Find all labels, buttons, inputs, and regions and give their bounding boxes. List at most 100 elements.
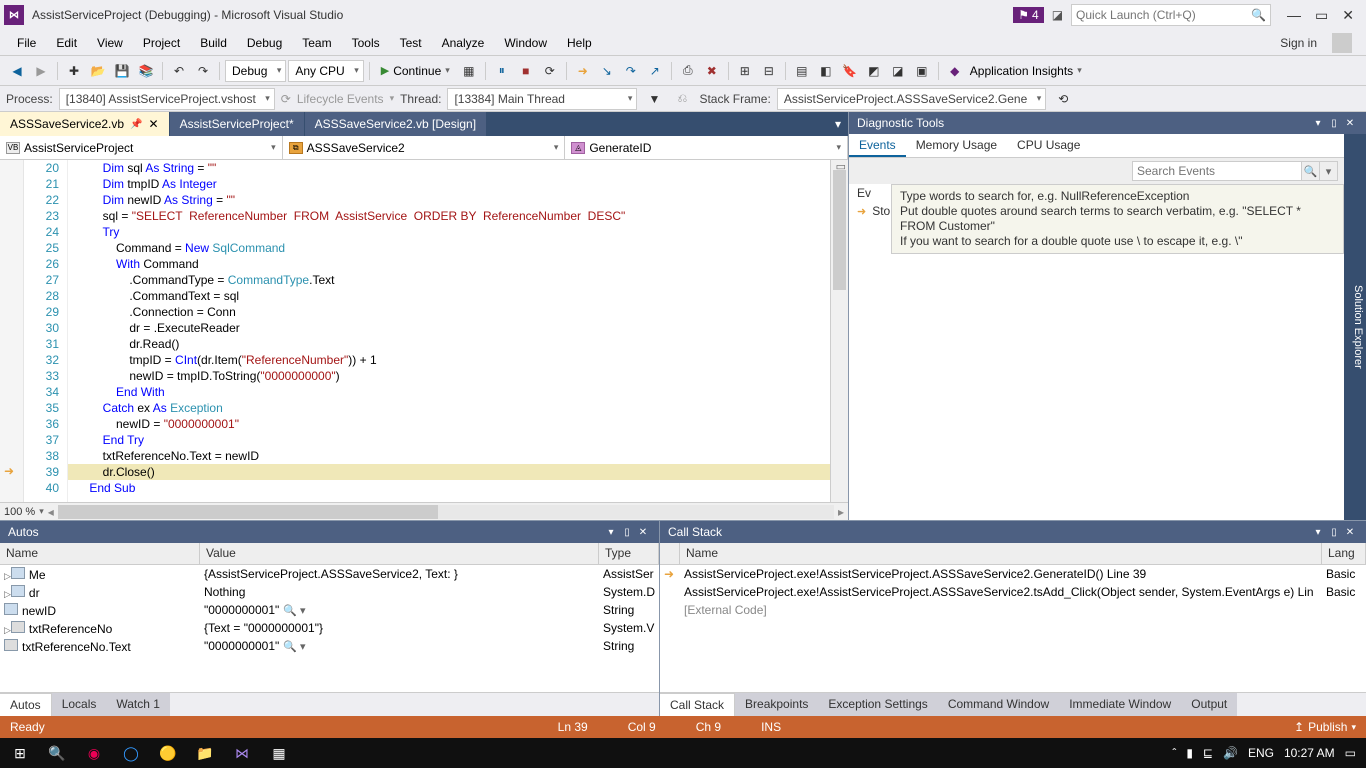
tb-misc-2[interactable]: ⊟ [758,60,780,82]
panel-pin-button[interactable]: ▯ [619,527,635,538]
tb-misc-5[interactable]: ◩ [863,60,885,82]
task-visualstudio[interactable]: ⋈ [224,739,260,767]
threads-icon[interactable]: ⎌ [671,88,693,110]
start-button[interactable]: ⊞ [2,739,38,767]
step-over-button[interactable]: ↷ [620,60,642,82]
stop-button[interactable]: ■ [515,60,537,82]
variable-row[interactable]: txtReferenceNo.Text"0000000001"🔍 ▾String [0,637,659,655]
bp-tab-immediate[interactable]: Immediate Window [1059,693,1181,716]
save-button[interactable]: 💾 [111,60,133,82]
system-tray[interactable]: ˆ ▮ ⊑ 🔊 ENG 10:27 AM ▭ [1164,746,1364,760]
notification-badge[interactable]: ⚑4 [1013,7,1043,23]
open-button[interactable]: 📂 [87,60,109,82]
intellitrace-button[interactable]: ⎙ [677,60,699,82]
stackframe-row[interactable]: ➜AssistServiceProject.exe!AssistServiceP… [660,565,1366,583]
task-app-1[interactable]: ◉ [76,739,112,767]
quick-launch-input[interactable]: 🔍 [1071,4,1271,26]
search-button[interactable]: 🔍 [39,739,75,767]
menu-file[interactable]: File [8,33,45,53]
tb-misc-7[interactable]: ▣ [911,60,933,82]
search-icon[interactable]: 🔍 [1302,161,1320,181]
hot-reload-button[interactable]: ✖ [701,60,723,82]
config-dropdown[interactable]: Debug [225,60,286,82]
col-name[interactable]: Name [0,543,200,564]
feedback-icon[interactable]: ◪ [1052,8,1063,22]
nav-fwd-button[interactable]: ▶ [30,60,52,82]
tray-chevron-icon[interactable]: ˆ [1172,746,1176,760]
task-explorer[interactable]: 📁 [187,739,223,767]
bp-tab-watch1[interactable]: Watch 1 [106,693,170,716]
tray-time[interactable]: 10:27 AM [1284,746,1335,760]
tab-assistserviceproject[interactable]: AssistServiceProject* [170,112,305,136]
menu-team[interactable]: Team [293,33,340,53]
bp-tab-breakpoints[interactable]: Breakpoints [735,693,818,716]
variable-row[interactable]: ▷Me{AssistServiceProject.ASSSaveService2… [0,565,659,583]
stackframe-row[interactable]: [External Code] [660,601,1366,619]
sign-in-link[interactable]: Sign in [1271,33,1352,53]
class-combo[interactable]: ⧉ASSSaveService2 [283,136,566,159]
lifecycle-icon[interactable]: ⟳ [281,92,291,106]
scroll-right[interactable]: ▸ [838,505,844,519]
stackframe-dropdown[interactable]: AssistServiceProject.ASSSaveService2.Gen… [777,88,1046,110]
col-name[interactable]: Name [680,543,1322,564]
tray-notifications-icon[interactable]: ▭ [1345,746,1356,760]
col-type[interactable]: Type [599,543,659,564]
panel-close-button[interactable]: ✕ [635,527,651,538]
panel-pin-button[interactable]: ▯ [1326,118,1342,129]
diag-tab-memory[interactable]: Memory Usage [906,134,1007,157]
tray-lang[interactable]: ENG [1248,746,1274,760]
browser-select-button[interactable]: ▦ [458,60,480,82]
tab-overflow-button[interactable]: ▾ [828,112,848,136]
step-out-button[interactable]: ↗ [644,60,666,82]
diag-tab-cpu[interactable]: CPU Usage [1007,134,1090,157]
save-all-button[interactable]: 📚 [135,60,157,82]
col-lang[interactable]: Lang [1322,543,1366,564]
minimize-button[interactable]: — [1287,7,1301,24]
show-next-stmt-button[interactable]: ➜ [572,60,594,82]
menu-build[interactable]: Build [191,33,236,53]
undo-button[interactable]: ↶ [168,60,190,82]
task-app-2[interactable]: ◯ [113,739,149,767]
platform-dropdown[interactable]: Any CPU [288,60,363,82]
scroll-left[interactable]: ◂ [48,505,54,519]
restart-button[interactable]: ⟳ [539,60,561,82]
tab-asssaveservice2-design[interactable]: ASSSaveService2.vb [Design] [305,112,487,136]
bookmark-button[interactable]: 🔖 [839,60,861,82]
bp-tab-autos[interactable]: Autos [0,693,52,716]
variable-row[interactable]: newID"0000000001"🔍 ▾String [0,601,659,619]
project-combo[interactable]: VBAssistServiceProject [0,136,283,159]
menu-test[interactable]: Test [391,33,431,53]
search-options-button[interactable]: ▾ [1320,161,1338,181]
hscroll-thumb[interactable] [58,505,438,519]
bp-tab-output[interactable]: Output [1181,693,1237,716]
panel-close-button[interactable]: ✕ [1342,118,1358,129]
step-into-button[interactable]: ↘ [596,60,618,82]
tb-misc-4[interactable]: ◧ [815,60,837,82]
stackframe-refresh[interactable]: ⟲ [1052,88,1074,110]
thread-dropdown[interactable]: [13384] Main Thread [447,88,637,110]
tray-battery-icon[interactable]: ▮ [1186,746,1193,760]
tb-misc-6[interactable]: ◪ [887,60,909,82]
tray-network-icon[interactable]: ⊑ [1203,746,1213,760]
filter-icon[interactable]: ▼ [643,88,665,110]
panel-close-button[interactable]: ✕ [1342,527,1358,538]
breakpoint-gutter[interactable]: ➜ [0,160,24,502]
col-value[interactable]: Value [200,543,599,564]
menu-project[interactable]: Project [134,33,189,53]
process-dropdown[interactable]: [13840] AssistServiceProject.vshost [59,88,275,110]
nav-back-button[interactable]: ◀ [6,60,28,82]
stackframe-row[interactable]: AssistServiceProject.exe!AssistServicePr… [660,583,1366,601]
bp-tab-command[interactable]: Command Window [938,693,1059,716]
pause-button[interactable]: ⏸ [491,60,513,82]
task-chrome[interactable]: 🟡 [150,739,186,767]
publish-button[interactable]: ↥Publish▾ [1294,720,1356,734]
new-project-button[interactable]: ✚ [63,60,85,82]
menu-help[interactable]: Help [558,33,601,53]
panel-pin-button[interactable]: ▯ [1326,527,1342,538]
bp-tab-callstack[interactable]: Call Stack [660,693,735,716]
solution-explorer-tab[interactable]: Solution Explorer [1344,134,1366,520]
task-app-3[interactable]: ▦ [261,739,297,767]
tab-asssaveservice2[interactable]: ASSSaveService2.vb📌✕ [0,112,170,136]
tray-volume-icon[interactable]: 🔊 [1223,746,1238,760]
menu-window[interactable]: Window [495,33,556,53]
